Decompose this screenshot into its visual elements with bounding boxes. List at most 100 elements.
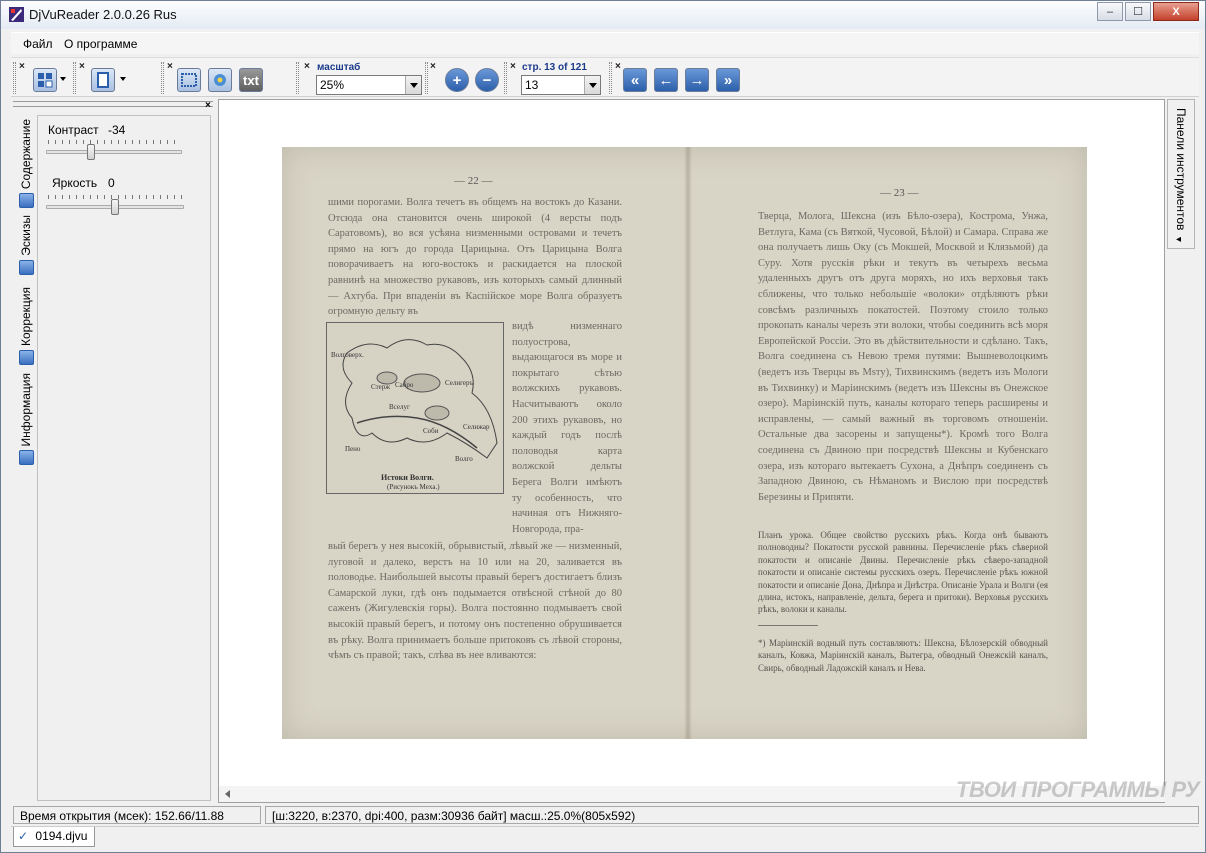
tab-thumbnails-label: Эскизы bbox=[19, 215, 33, 256]
scale-combo[interactable]: 25% bbox=[316, 75, 422, 95]
tab-thumbnails[interactable]: Эскизы bbox=[15, 215, 37, 275]
page-combo[interactable]: 13 bbox=[521, 75, 601, 95]
page-icon bbox=[97, 72, 109, 88]
tab-information[interactable]: Информация bbox=[15, 373, 37, 466]
next-page-button[interactable]: → bbox=[685, 68, 709, 92]
wrench-icon bbox=[18, 350, 34, 366]
footnote-divider bbox=[758, 625, 818, 626]
right-text: Тверца, Молога, Шексна (изъ Бѣло-озера),… bbox=[758, 211, 1048, 503]
map-label: Селижар bbox=[463, 423, 490, 431]
map-label: Волговерх. bbox=[331, 351, 364, 359]
zoom-out-button[interactable]: − bbox=[475, 68, 499, 92]
document-viewer[interactable]: — 22 — — 23 — шими порогами. Волга течет… bbox=[218, 99, 1165, 803]
toolbar-grip[interactable] bbox=[13, 62, 16, 94]
right-summary: Планъ урока. Общее свойство русскихъ рѣк… bbox=[758, 530, 1048, 615]
window-title: DjVuReader 2.0.0.26 Rus bbox=[29, 7, 177, 22]
app-window: DjVuReader 2.0.0.26 Rus – ☐ X Файл О про… bbox=[0, 0, 1206, 853]
right-footnote: *) Маріинскій водный путь составляютъ: Ш… bbox=[758, 638, 1048, 673]
layout-icon bbox=[38, 73, 53, 88]
toolbars-side-panel[interactable]: Панели инструментов ◂ bbox=[1167, 99, 1195, 249]
tab-correction[interactable]: Коррекция bbox=[15, 287, 37, 366]
book-fold bbox=[684, 147, 692, 739]
file-tab[interactable]: ✓ 0194.djvu bbox=[13, 827, 95, 847]
brightness-slider-thumb[interactable] bbox=[111, 199, 119, 215]
text-mode-button[interactable]: txt bbox=[239, 68, 263, 92]
tab-correction-label: Коррекция bbox=[19, 287, 33, 347]
contrast-slider[interactable] bbox=[46, 150, 182, 154]
status-bar: Время открытия (мсек): 152.66/11.88 [ш:3… bbox=[11, 805, 1199, 825]
select-rect-icon bbox=[181, 73, 197, 87]
book-spread-page: — 22 — — 23 — шими порогами. Волга течет… bbox=[282, 147, 1087, 739]
toolbar-close-icon[interactable]: × bbox=[167, 61, 173, 72]
toolbar-close-icon[interactable]: × bbox=[430, 61, 436, 72]
contents-icon bbox=[18, 193, 34, 209]
toolbar-close-icon[interactable]: × bbox=[79, 61, 85, 72]
map-label: Вселуг bbox=[389, 403, 410, 411]
left-text-side-2: Берега Волги имѣютъ ту особенность, что … bbox=[512, 477, 622, 535]
left-text-side: видѣ низменнаго полуострова, выдающагося… bbox=[512, 321, 622, 473]
map-label: Пено bbox=[345, 445, 361, 453]
panel-close-icon[interactable]: × bbox=[205, 100, 211, 111]
toolbars-panel-label: Панели инструментов bbox=[1174, 108, 1188, 231]
toolbar-close-icon[interactable]: × bbox=[19, 61, 25, 72]
menu-file[interactable]: Файл bbox=[23, 37, 53, 51]
map-label: Соби bbox=[423, 427, 439, 435]
status-document-info: [ш:3220, в:2370, dpi:400, разм:30936 бай… bbox=[265, 806, 1199, 824]
scroll-left-arrow-icon[interactable] bbox=[223, 789, 233, 799]
expand-arrow-icon[interactable]: ◂ bbox=[1176, 234, 1181, 245]
tab-contents[interactable]: Содержание bbox=[15, 119, 37, 209]
maximize-button[interactable]: ☐ bbox=[1125, 2, 1151, 21]
left-text-top: шими порогами. Волга течетъ въ общемъ на… bbox=[328, 197, 622, 318]
toolbar-grip[interactable] bbox=[425, 62, 428, 94]
brightness-label: Яркость bbox=[52, 176, 98, 190]
scale-label: масштаб bbox=[317, 62, 361, 73]
scale-value: 25% bbox=[320, 78, 345, 92]
toolbar-close-icon[interactable]: × bbox=[510, 61, 516, 72]
toolbar-close-icon[interactable]: × bbox=[615, 61, 621, 72]
close-window-button[interactable]: X bbox=[1153, 2, 1199, 21]
title-bar[interactable]: DjVuReader 2.0.0.26 Rus – ☐ X bbox=[1, 1, 1205, 29]
toolbar-grip[interactable] bbox=[296, 62, 299, 94]
select-area-button[interactable] bbox=[177, 68, 201, 92]
checkmark-icon: ✓ bbox=[18, 829, 29, 843]
watermark-text: ТВОИ ПРОГРАММЫ РУ bbox=[956, 777, 1200, 802]
right-page-number: — 23 — bbox=[880, 187, 919, 199]
toolbar-grip[interactable] bbox=[161, 62, 164, 94]
contrast-slider-thumb[interactable] bbox=[86, 144, 95, 160]
file-tab-label: 0194.djvu bbox=[35, 829, 88, 843]
status-open-time: Время открытия (мсек): 152.66/11.88 bbox=[13, 806, 261, 824]
info-icon bbox=[18, 450, 34, 466]
first-page-button[interactable]: « bbox=[623, 68, 647, 92]
prev-page-button[interactable]: ← bbox=[654, 68, 678, 92]
page-view-button[interactable] bbox=[91, 68, 115, 92]
chevron-down-icon[interactable] bbox=[120, 77, 126, 81]
contrast-value: -34 bbox=[108, 123, 126, 137]
contrast-ticks bbox=[48, 140, 180, 144]
map-caption-sub: (Рисунокъ Mexa.) bbox=[387, 483, 440, 491]
toolbar-close-icon[interactable]: × bbox=[304, 61, 310, 72]
minimize-button[interactable]: – bbox=[1097, 2, 1123, 21]
image-mode-button[interactable] bbox=[208, 68, 232, 92]
tab-information-label: Информация bbox=[19, 373, 33, 447]
toolbar-grip[interactable] bbox=[609, 62, 612, 94]
toolbar-grip[interactable] bbox=[504, 62, 507, 94]
map-drawing bbox=[342, 339, 498, 459]
map-caption: Истоки Волги. bbox=[381, 473, 434, 482]
last-page-button[interactable]: » bbox=[716, 68, 740, 92]
panel-grip[interactable] bbox=[13, 101, 213, 107]
correction-pane: Контраст -34 Яркость 0 bbox=[37, 115, 211, 801]
menu-about[interactable]: О программе bbox=[64, 37, 137, 51]
chevron-down-icon[interactable] bbox=[584, 76, 600, 94]
left-text-bottom: вый берегъ у нея высокій, обрывистый, лѣ… bbox=[328, 541, 622, 662]
brightness-value: 0 bbox=[108, 176, 115, 190]
chevron-down-icon[interactable] bbox=[405, 76, 421, 94]
map-label: Сабро bbox=[395, 381, 414, 389]
map-label: Селигеръ bbox=[445, 379, 474, 387]
layout-mode-button[interactable] bbox=[33, 68, 57, 92]
image-icon bbox=[214, 74, 226, 86]
chevron-down-icon[interactable] bbox=[60, 77, 66, 81]
volga-source-map: Волговерх. Стерж Селигеръ Сабро Пено Вол… bbox=[326, 322, 504, 494]
zoom-in-button[interactable]: + bbox=[445, 68, 469, 92]
toolbar-grip[interactable] bbox=[73, 62, 76, 94]
toolbar: × × × txt × масштаб 25% × + − × стр. 13 … bbox=[11, 57, 1199, 97]
